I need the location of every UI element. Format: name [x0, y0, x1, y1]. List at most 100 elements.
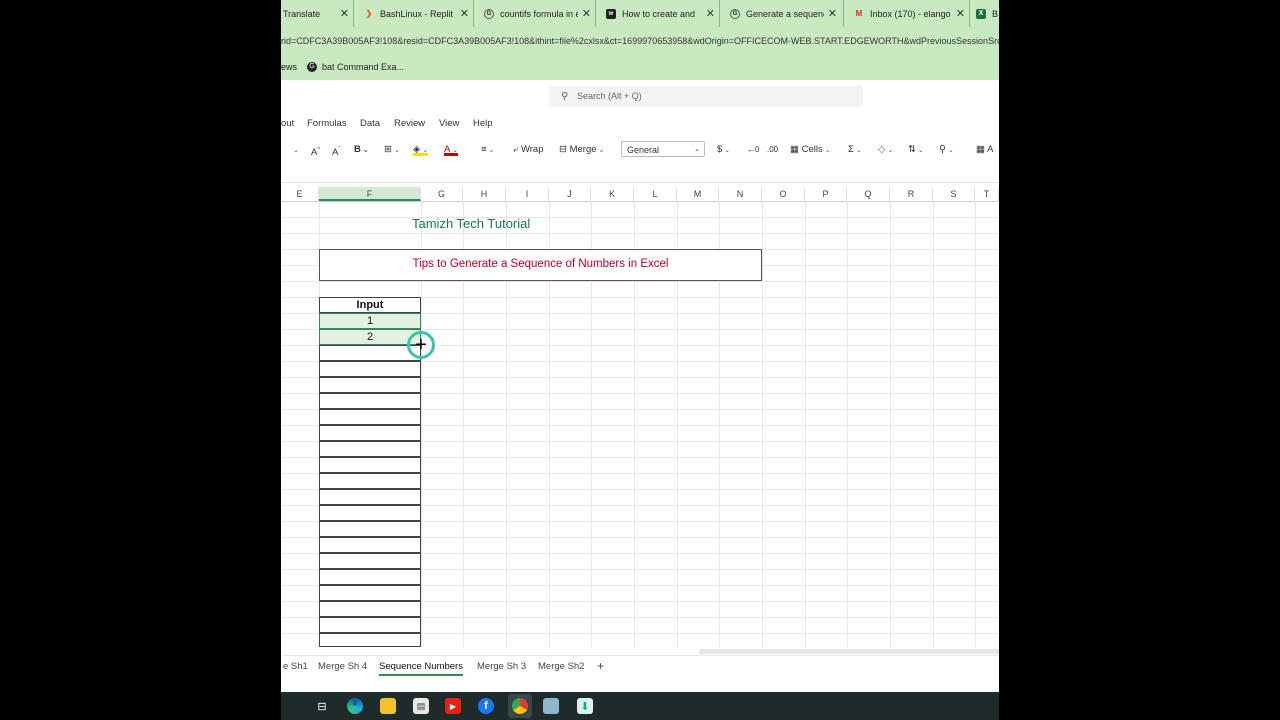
horizontal-scrollbar[interactable] — [699, 649, 999, 654]
sheet-tab-merge-sh4[interactable]: Merge Sh 4 — [318, 661, 367, 672]
input-cell-empty[interactable] — [319, 537, 421, 553]
close-icon[interactable]: ✕ — [706, 7, 715, 20]
find-icon[interactable]: ⚲ ⌄ — [939, 142, 954, 158]
store-icon[interactable]: ▤ — [413, 698, 429, 714]
column-header-r[interactable]: R — [890, 187, 933, 201]
column-header-q[interactable]: Q — [847, 187, 890, 201]
search-input[interactable]: ⚲ Search (Alt + Q) — [549, 86, 863, 107]
input-cell-empty[interactable] — [319, 409, 421, 425]
bookmark-bat-command[interactable]: bat Command Exa... — [322, 55, 404, 80]
tab-replit[interactable]: ❯ BashLinux - Replit ✕ — [353, 0, 469, 27]
input-cell-empty[interactable] — [319, 569, 421, 585]
column-header-l[interactable]: L — [634, 187, 677, 201]
column-header-j[interactable]: J — [549, 187, 591, 201]
input-cell-empty[interactable] — [319, 505, 421, 521]
font-color-icon[interactable]: A ⌄ — [444, 142, 459, 156]
increase-decimal-icon[interactable]: ←0 — [747, 142, 759, 158]
close-icon[interactable]: ✕ — [582, 7, 591, 20]
column-header-f[interactable]: F — [319, 187, 421, 201]
chrome-icon[interactable] — [512, 698, 528, 714]
input-cell-empty[interactable] — [319, 457, 421, 473]
clear-icon[interactable]: ◇ ⌄ — [878, 142, 893, 158]
currency-button[interactable]: $ ⌄ — [717, 142, 730, 158]
input-cell-empty[interactable] — [319, 553, 421, 569]
input-cell-empty[interactable] — [319, 345, 421, 361]
column-header-s[interactable]: S — [933, 187, 975, 201]
wrap-button[interactable]: ⤶ Wrap — [513, 142, 544, 158]
bookmark-news[interactable]: ews — [281, 55, 297, 80]
autosum-icon[interactable]: Σ ⌄ — [848, 142, 862, 158]
tab-generate-sequence[interactable]: G Generate a sequence ✕ — [719, 0, 837, 27]
font-size-dropdown[interactable]: ⌄ — [291, 142, 299, 158]
column-header-m[interactable]: M — [677, 187, 719, 201]
input-cell-empty[interactable] — [319, 425, 421, 441]
cells-button[interactable]: ▦ Cells ⌄ — [790, 142, 831, 158]
column-header-h[interactable]: H — [463, 187, 506, 201]
input-cell-empty[interactable] — [319, 393, 421, 409]
tab-excel[interactable]: X B — [969, 0, 999, 27]
borders-icon[interactable]: ⊞ ⌄ — [384, 142, 400, 158]
column-header-e[interactable]: E — [281, 187, 319, 201]
notepad-icon[interactable] — [543, 698, 559, 714]
sheet-tab-merge-sh2[interactable]: Merge Sh2 — [538, 661, 584, 672]
input-cell-empty[interactable] — [319, 473, 421, 489]
sheet-tab-merge-sh3[interactable]: Merge Sh 3 — [477, 661, 526, 672]
add-sheet-button[interactable]: + — [597, 659, 604, 673]
menu-review[interactable]: Review — [394, 118, 425, 129]
close-icon[interactable]: ✕ — [828, 7, 837, 20]
fill-color-icon[interactable]: ◈ ⌄ — [413, 142, 429, 156]
input-cell-2[interactable]: 2 — [319, 329, 421, 345]
tab-countifs[interactable]: G countifs formula in e ✕ — [473, 0, 591, 27]
tab-translate[interactable]: Translate ✕ — [283, 0, 349, 27]
task-view-icon[interactable]: ⊟ — [314, 698, 330, 714]
menu-layout[interactable]: out — [281, 118, 294, 129]
column-header-g[interactable]: G — [421, 187, 463, 201]
menu-formulas[interactable]: Formulas — [307, 118, 347, 129]
input-cell-empty[interactable] — [319, 633, 421, 647]
sheet-title: Tamizh Tech Tutorial — [412, 216, 531, 231]
input-cell-empty[interactable] — [319, 377, 421, 393]
close-icon[interactable]: ✕ — [340, 7, 349, 20]
increase-font-icon[interactable]: A^ — [311, 142, 320, 158]
sheet-tab-sequence-numbers[interactable]: Sequence Numbers — [379, 661, 463, 676]
input-header-cell[interactable]: Input — [319, 297, 421, 313]
input-cell-empty[interactable] — [319, 601, 421, 617]
close-icon[interactable]: ✕ — [956, 7, 965, 20]
input-cell-empty[interactable] — [319, 441, 421, 457]
sheet-tab-sh1[interactable]: e Sh1 — [283, 661, 308, 672]
column-header-o[interactable]: O — [762, 187, 805, 201]
column-header-n[interactable]: N — [719, 187, 762, 201]
tab-inbox[interactable]: M Inbox (170) - elango ✕ — [843, 0, 965, 27]
youtube-icon[interactable]: ▶ — [445, 698, 461, 714]
chevron-down-icon: ⌄ — [694, 146, 700, 153]
number-format-dropdown[interactable]: General ⌄ — [621, 141, 705, 157]
addins-button[interactable]: ▦ A — [976, 142, 993, 158]
input-cell-1[interactable]: 1 — [319, 313, 421, 329]
input-cell-empty[interactable] — [319, 617, 421, 633]
edge-icon[interactable] — [347, 698, 363, 714]
close-icon[interactable]: ✕ — [460, 7, 469, 20]
file-explorer-icon[interactable] — [380, 698, 396, 714]
sort-filter-icon[interactable]: ⇅ ⌄ — [908, 142, 924, 158]
formula-bar[interactable] — [281, 166, 999, 183]
align-icon[interactable]: ≡ ⌄ — [481, 142, 494, 158]
menu-data[interactable]: Data — [360, 118, 380, 129]
tab-how-to-create[interactable]: w How to create and m ✕ — [595, 0, 715, 27]
menu-view[interactable]: View — [439, 118, 459, 129]
column-header-p[interactable]: P — [805, 187, 847, 201]
app-icon[interactable]: ⬇ — [577, 698, 593, 714]
input-cell-empty[interactable] — [319, 521, 421, 537]
bold-button[interactable]: B ⌄ — [354, 142, 369, 158]
input-cell-empty[interactable] — [319, 585, 421, 601]
input-cell-empty[interactable] — [319, 489, 421, 505]
decrease-decimal-icon[interactable]: .00 — [767, 142, 778, 158]
menu-help[interactable]: Help — [473, 118, 493, 129]
column-header-i[interactable]: I — [506, 187, 549, 201]
merge-button[interactable]: ⊟ Merge ⌄ — [559, 142, 604, 158]
column-header-t[interactable]: T — [975, 187, 999, 201]
decrease-font-icon[interactable]: Aˇ — [332, 142, 340, 158]
facebook-icon[interactable]: f — [478, 698, 494, 714]
address-bar[interactable]: rid=CDFC3A39B005AF3!108&resid=CDFC3A39B0… — [281, 27, 999, 55]
input-cell-empty[interactable] — [319, 361, 421, 377]
column-header-k[interactable]: K — [591, 187, 634, 201]
